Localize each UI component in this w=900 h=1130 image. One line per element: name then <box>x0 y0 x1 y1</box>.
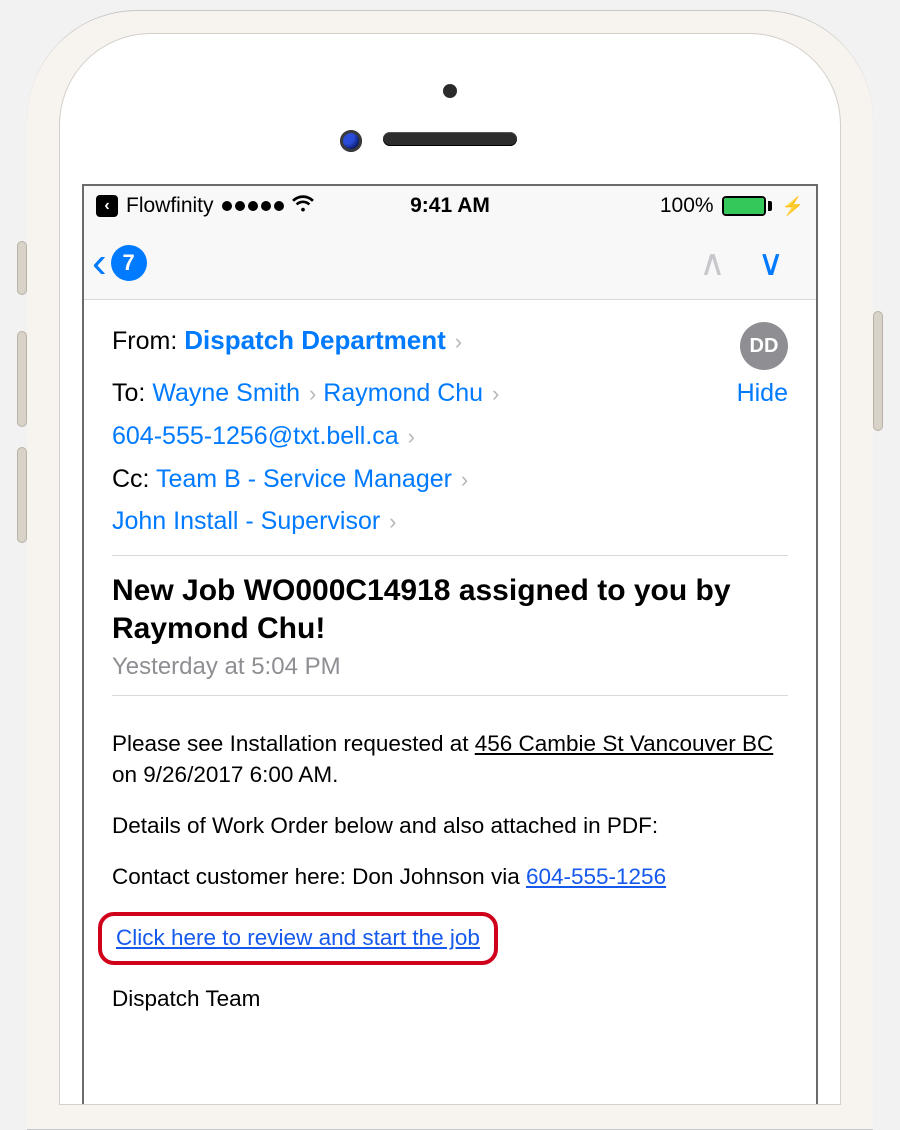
body-line-3: Contact customer here: Don Johnson via 6… <box>112 861 788 892</box>
unread-badge: 7 <box>111 245 147 281</box>
to-contact-1[interactable]: Wayne Smith <box>152 379 300 407</box>
front-camera <box>340 130 362 152</box>
divider <box>112 555 788 556</box>
sender-avatar[interactable]: DD <box>740 322 788 370</box>
signature: Dispatch Team <box>112 983 788 1014</box>
cta-highlight: Click here to review and start the job <box>98 912 498 965</box>
proximity-sensor <box>443 84 457 98</box>
subject: New Job WO000C14918 assigned to you by R… <box>112 572 788 647</box>
to-contact-3[interactable]: 604-555-1256@txt.bell.ca <box>112 422 399 450</box>
back-to-app-icon[interactable]: ‹ <box>96 195 118 217</box>
battery-icon <box>722 196 772 216</box>
cell-signal-icon <box>222 201 284 211</box>
power-button[interactable] <box>873 311 883 431</box>
phone-frame: ‹ Flowfinity 9:41 AM 100% ⚡ <box>27 10 873 1130</box>
status-bar: ‹ Flowfinity 9:41 AM 100% ⚡ <box>84 186 816 226</box>
chevron-right-icon: › <box>406 424 415 449</box>
clock: 9:41 AM <box>410 194 490 218</box>
back-button[interactable]: ‹ 7 <box>92 241 147 285</box>
prev-message-button[interactable]: ∧ <box>683 242 741 284</box>
mail-header: From: Dispatch Department › DD To: Wayne… <box>84 300 816 724</box>
body-line-2: Details of Work Order below and also att… <box>112 810 788 841</box>
nav-bar: ‹ 7 ∧ ∨ <box>84 226 816 300</box>
body-line-1: Please see Installation requested at 456… <box>112 728 788 790</box>
volume-up-button[interactable] <box>17 331 27 427</box>
mute-switch[interactable] <box>17 241 27 295</box>
cc-contact-1[interactable]: Team B - Service Manager <box>156 465 452 493</box>
timestamp: Yesterday at 5:04 PM <box>112 653 788 681</box>
hide-details-button[interactable]: Hide <box>737 374 788 413</box>
to-contact-2[interactable]: Raymond Chu <box>323 379 483 407</box>
wifi-icon <box>292 195 314 217</box>
chevron-right-icon: › <box>387 509 396 534</box>
next-message-button[interactable]: ∨ <box>742 242 800 284</box>
from-label: From: <box>112 327 177 355</box>
sensor-bar <box>82 74 818 184</box>
battery-percent: 100% <box>660 194 714 218</box>
start-job-link[interactable]: Click here to review and start the job <box>116 925 480 950</box>
chevron-right-icon: › <box>490 381 499 406</box>
back-to-app-label[interactable]: Flowfinity <box>126 194 214 218</box>
cc-contact-2[interactable]: John Install - Supervisor <box>112 507 380 535</box>
from-contact[interactable]: Dispatch Department <box>184 325 446 355</box>
divider <box>112 695 788 696</box>
chevron-right-icon: › <box>459 467 468 492</box>
phone-bezel: ‹ Flowfinity 9:41 AM 100% ⚡ <box>59 33 841 1105</box>
chevron-left-icon: ‹ <box>92 241 107 285</box>
volume-down-button[interactable] <box>17 447 27 543</box>
phone-link[interactable]: 604-555-1256 <box>526 864 666 889</box>
charging-icon: ⚡ <box>782 196 804 217</box>
address-link[interactable]: 456 Cambie St Vancouver BC <box>475 731 774 756</box>
chevron-right-icon: › <box>307 381 316 406</box>
screen: ‹ Flowfinity 9:41 AM 100% ⚡ <box>82 184 818 1104</box>
to-label: To: <box>112 379 145 407</box>
earpiece-speaker <box>383 132 517 146</box>
chevron-right-icon: › <box>453 329 462 354</box>
cc-label: Cc: <box>112 465 150 493</box>
message-body: Please see Installation requested at 456… <box>84 724 816 1054</box>
